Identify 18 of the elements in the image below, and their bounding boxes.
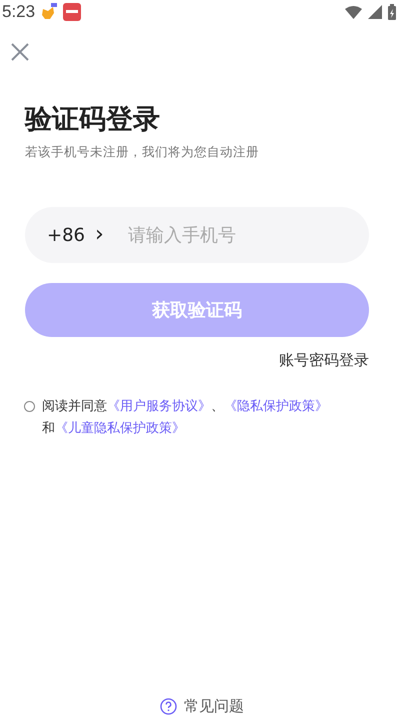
close-icon[interactable]: [10, 42, 30, 62]
battery-icon: [388, 4, 396, 20]
subtitle: 若该手机号未注册，我们将为您自动注册: [25, 144, 260, 161]
wifi-icon: [345, 6, 362, 18]
agreement-link[interactable]: 《儿童隐私保护政策》: [55, 421, 185, 436]
agreement-link[interactable]: 《用户服务协议》: [107, 399, 211, 414]
status-time: 5:23: [2, 2, 36, 22]
password-login-link[interactable]: 账号密码登录: [279, 351, 369, 370]
agreement-checkbox[interactable]: [24, 401, 35, 412]
page-title: 验证码登录: [25, 103, 161, 137]
phone-field[interactable]: +86 › 请输入手机号: [25, 207, 369, 263]
agreement-text: 阅读并同意《用户服务协议》、《隐私保护政策》 和《儿童隐私保护政策》: [42, 398, 328, 438]
country-code[interactable]: +86: [47, 224, 85, 246]
help-icon: [160, 698, 177, 715]
agreement-link[interactable]: 《隐私保护政策》: [224, 399, 328, 414]
help-button[interactable]: 常见问题: [160, 697, 244, 716]
signal-icon: [368, 5, 382, 19]
chevron-icon[interactable]: ›: [95, 224, 104, 246]
